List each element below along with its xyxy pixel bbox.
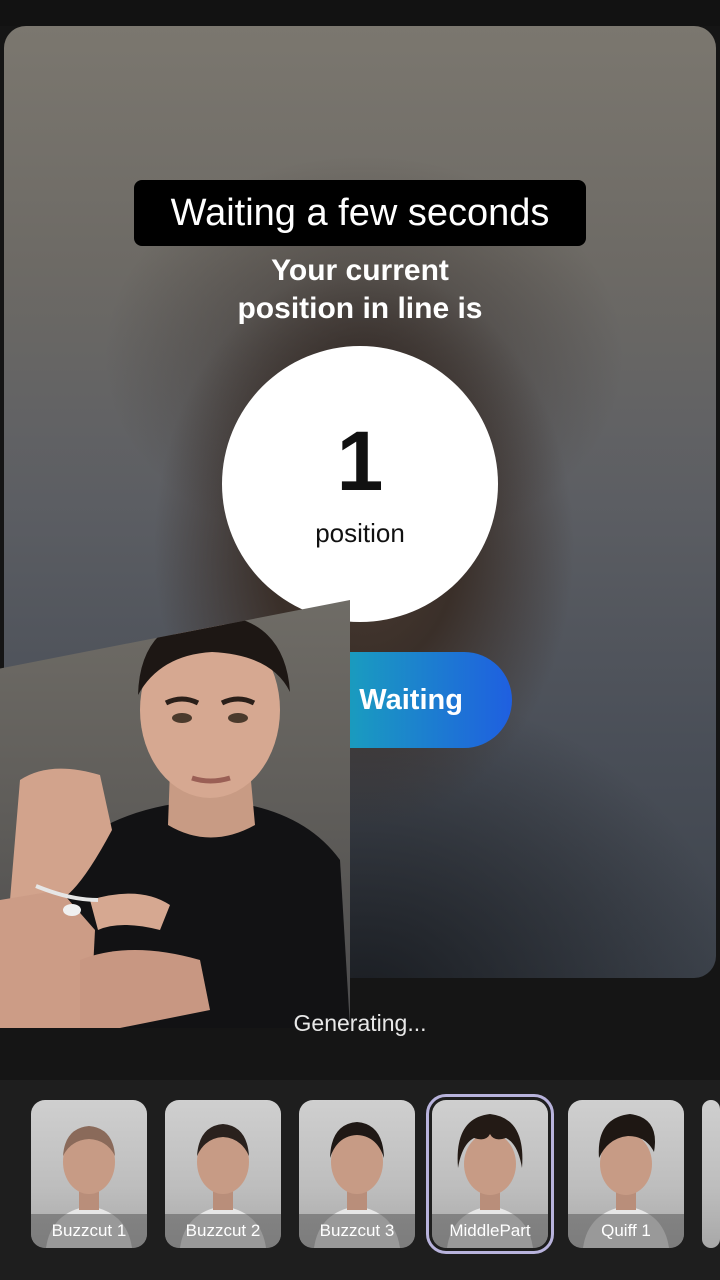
style-card-label: Quiff 1	[568, 1214, 684, 1248]
style-card-label: Buzzcut 1	[31, 1214, 147, 1248]
video-caption: Waiting a few seconds	[134, 180, 586, 246]
queue-position-circle: 1 position	[222, 346, 498, 622]
presenter-image	[0, 614, 350, 1028]
generating-status: Generating...	[293, 1010, 427, 1036]
style-card-label: MiddlePart	[432, 1214, 548, 1248]
style-card-buzzcut-3[interactable]: Buzzcut 3	[299, 1100, 415, 1248]
style-card-partial[interactable]	[702, 1100, 720, 1248]
style-card-buzzcut-2[interactable]: Buzzcut 2	[165, 1100, 281, 1248]
style-card-middlepart[interactable]: MiddlePart	[426, 1094, 554, 1254]
queue-line-1: Your current	[271, 254, 449, 287]
queue-line-2: position in line is	[237, 292, 483, 325]
status-strip	[0, 0, 720, 26]
style-card-label: Buzzcut 3	[299, 1214, 415, 1248]
queue-position-number: 1	[336, 414, 384, 508]
style-card-quiff-1[interactable]: Quiff 1	[568, 1100, 684, 1248]
presenter-overlay	[0, 600, 350, 1028]
style-card-buzzcut-1[interactable]: Buzzcut 1	[31, 1100, 147, 1248]
style-card-label: Buzzcut 2	[165, 1214, 281, 1248]
style-picker-tray: Buzzcut 1 Buzzcut 2 Buzzcut 3 MiddlePart	[0, 1080, 720, 1280]
queue-position-unit: position	[315, 518, 405, 548]
queue-message: Your current position in line is	[180, 252, 540, 328]
